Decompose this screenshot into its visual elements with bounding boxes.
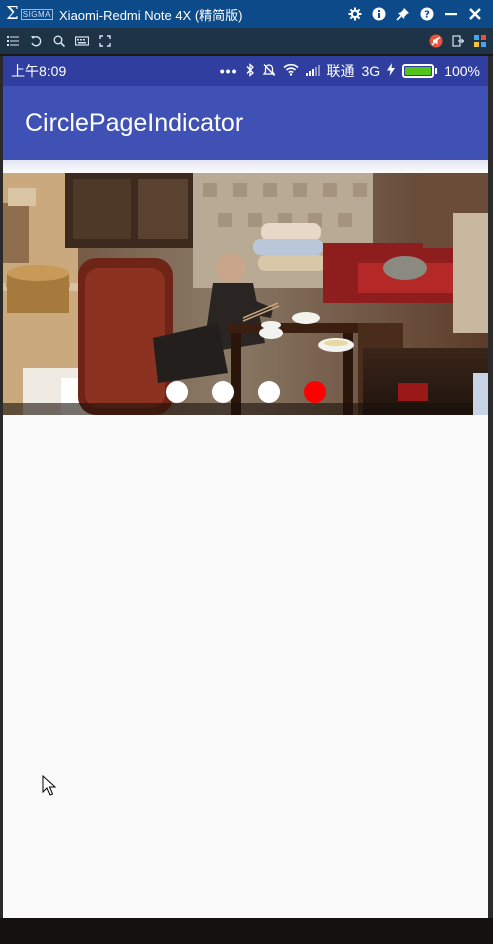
network-type: 3G bbox=[361, 63, 381, 79]
wifi-icon bbox=[282, 63, 299, 79]
bluetooth-icon bbox=[245, 62, 255, 80]
keyboard-icon[interactable] bbox=[75, 34, 89, 48]
page-indicator-dot[interactable] bbox=[165, 381, 188, 403]
emulator-toolbar bbox=[0, 28, 493, 54]
app-bar: CirclePageIndicator bbox=[3, 86, 488, 160]
pager-photo bbox=[3, 173, 488, 415]
svg-text:?: ? bbox=[424, 10, 430, 21]
app-title: CirclePageIndicator bbox=[25, 108, 244, 137]
more-notifications-icon: ••• bbox=[219, 63, 238, 79]
zoom-icon[interactable] bbox=[52, 34, 66, 48]
exit-icon[interactable] bbox=[451, 34, 465, 48]
list-icon[interactable] bbox=[6, 34, 20, 48]
page-indicator-dot[interactable] bbox=[257, 381, 280, 403]
page-indicator-dot[interactable] bbox=[211, 381, 234, 403]
carrier-name: 联通 bbox=[326, 63, 355, 79]
close-icon[interactable] bbox=[467, 6, 483, 22]
app-bar-shadow bbox=[3, 160, 488, 172]
circle-page-indicator bbox=[3, 381, 488, 403]
app-logo: Σ SIGMA bbox=[6, 3, 54, 24]
emulator-title-bar: Σ SIGMA Xiaomi-Redmi Note 4X (精简版) ? bbox=[0, 0, 493, 28]
settings-icon[interactable] bbox=[347, 6, 363, 22]
fullscreen-icon[interactable] bbox=[98, 34, 112, 48]
mouse-cursor-icon bbox=[42, 775, 56, 796]
charging-icon bbox=[387, 63, 396, 79]
status-time: 上午8:09 bbox=[11, 63, 67, 79]
alarm-off-icon bbox=[262, 63, 276, 80]
content-area bbox=[3, 415, 488, 918]
android-status-bar: 上午8:09 ••• 联通 3G 100% bbox=[3, 56, 488, 86]
rotate-icon[interactable] bbox=[29, 34, 43, 48]
pin-icon[interactable] bbox=[395, 6, 411, 22]
apps-icon[interactable] bbox=[473, 34, 487, 48]
battery-icon bbox=[402, 64, 438, 78]
minimize-icon[interactable] bbox=[443, 6, 459, 22]
battery-percent: 100% bbox=[444, 63, 480, 79]
device-frame-right bbox=[488, 56, 493, 918]
phone-screen: 上午8:09 ••• 联通 3G 100% CirclePageIndicato… bbox=[3, 56, 488, 918]
device-bottom-bar bbox=[0, 918, 493, 944]
help-icon[interactable]: ? bbox=[419, 6, 435, 22]
window-title: Xiaomi-Redmi Note 4X (精简版) bbox=[59, 7, 243, 23]
mute-icon[interactable] bbox=[429, 34, 443, 48]
page-indicator-dot[interactable] bbox=[303, 381, 326, 403]
image-view-pager[interactable] bbox=[3, 173, 488, 415]
info-icon[interactable] bbox=[371, 6, 387, 22]
signal-icon bbox=[305, 63, 320, 79]
